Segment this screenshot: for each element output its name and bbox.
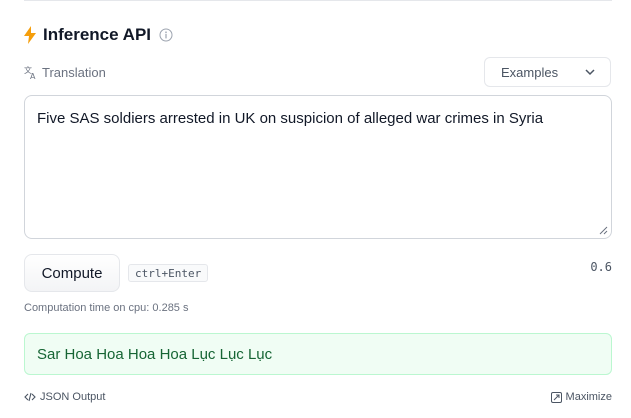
json-output-toggle[interactable]: JSON Output: [24, 391, 105, 403]
examples-label: Examples: [501, 64, 559, 80]
json-output-label: JSON Output: [40, 391, 106, 403]
task-name: Translation: [42, 64, 106, 80]
widget-title: Inference API: [43, 25, 152, 44]
maximize-icon: [550, 391, 562, 403]
computation-time: Computation time on cpu: 0.285 s: [24, 302, 189, 314]
resize-handle-icon[interactable]: [599, 226, 608, 235]
compute-button[interactable]: Compute: [24, 254, 120, 292]
output-text: Sar Hoa Hoa Hoa Hoa Lục Lục Lục: [37, 345, 273, 363]
info-icon[interactable]: [159, 28, 173, 42]
code-icon: [24, 392, 36, 402]
keyboard-shortcut: ctrl+Enter: [128, 264, 209, 282]
output-box: Sar Hoa Hoa Hoa Hoa Lục Lục Lục: [24, 333, 612, 375]
maximize-button[interactable]: Maximize: [550, 391, 612, 403]
input-text: Five SAS soldiers arrested in UK on susp…: [37, 110, 544, 127]
translate-icon: 文 A: [24, 65, 36, 79]
input-textarea[interactable]: Five SAS soldiers arrested in UK on susp…: [24, 95, 612, 239]
task-label: 文 A Translation: [24, 62, 106, 82]
top-divider: [24, 0, 612, 1]
svg-text:A: A: [30, 72, 36, 79]
maximize-label: Maximize: [565, 391, 612, 403]
threshold-value: 0.6: [590, 260, 612, 274]
chevron-down-icon: [585, 69, 595, 76]
widget-header: Inference API: [23, 22, 173, 48]
examples-dropdown[interactable]: Examples: [484, 57, 611, 87]
lightning-icon: [24, 26, 36, 44]
